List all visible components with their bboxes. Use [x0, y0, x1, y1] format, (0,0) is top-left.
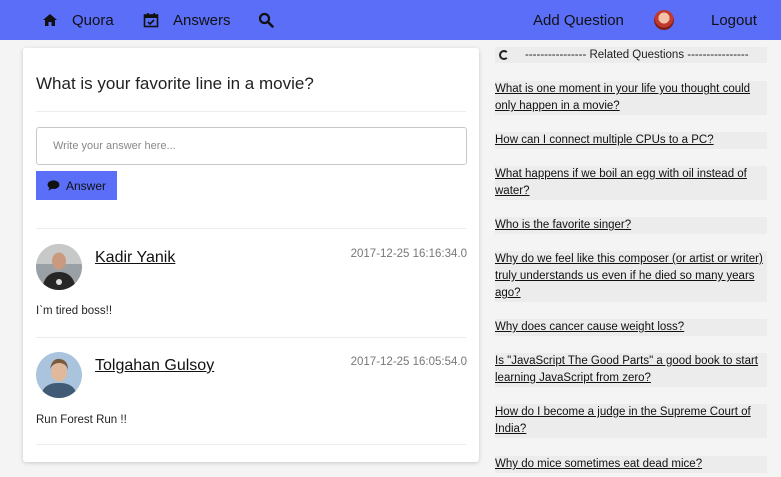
answer-input[interactable] — [36, 127, 467, 165]
nav-answers-label: Answers — [173, 11, 231, 29]
related-question-link[interactable]: What is one moment in your life you thou… — [495, 81, 767, 115]
related-header-label: ---------------- Related Questions -----… — [525, 49, 749, 61]
related-question-link[interactable]: Why do we feel like this composer (or ar… — [495, 251, 767, 302]
answer-text: Run Forest Run !! — [36, 414, 127, 426]
related-question-link[interactable]: How can I connect multiple CPUs to a PC? — [495, 132, 767, 149]
answer-button[interactable]: Answer — [36, 171, 117, 200]
user-avatar[interactable] — [654, 10, 674, 30]
divider — [36, 444, 466, 445]
divider — [36, 228, 466, 229]
nav-home-link[interactable]: Quora — [42, 0, 114, 40]
avatar — [36, 352, 82, 398]
answer-button-label: Answer — [65, 178, 106, 193]
related-question-link[interactable]: Who is the favorite singer? — [495, 217, 767, 234]
avatar — [36, 244, 82, 290]
comment-icon — [47, 180, 60, 191]
calendar-check-icon — [143, 13, 159, 28]
loading-spinner-icon — [499, 50, 509, 60]
nav-answers-link[interactable]: Answers — [143, 0, 231, 40]
top-navbar: Quora Answers Add Question Logout — [0, 0, 781, 40]
related-question-link[interactable]: Why does cancer cause weight loss? — [495, 319, 767, 336]
related-question-link[interactable]: How do I become a judge in the Supreme C… — [495, 404, 767, 438]
question-card: What is your favorite line in a movie? A… — [23, 48, 479, 462]
answer-date: 2017-12-25 16:16:34.0 — [350, 248, 467, 260]
add-question-link[interactable]: Add Question — [533, 0, 624, 40]
answer-author-link[interactable]: Tolgahan Gulsoy — [95, 357, 214, 375]
nav-search-button[interactable] — [258, 0, 274, 40]
nav-brand-label: Quora — [72, 11, 114, 29]
search-icon — [258, 12, 274, 28]
answer-date: 2017-12-25 16:05:54.0 — [350, 356, 467, 368]
question-title: What is your favorite line in a movie? — [36, 74, 314, 93]
related-question-link[interactable]: Is "JavaScript The Good Parts" a good bo… — [495, 353, 767, 387]
logout-link[interactable]: Logout — [711, 0, 757, 40]
home-icon — [43, 14, 57, 26]
related-question-link[interactable]: What happens if we boil an egg with oil … — [495, 166, 767, 200]
divider — [36, 337, 466, 338]
answer-item: Kadir Yanik 2017-12-25 16:16:34.0 I`m ti… — [36, 244, 467, 324]
related-questions-header: ---------------- Related Questions -----… — [495, 47, 767, 63]
answer-author-link[interactable]: Kadir Yanik — [95, 249, 175, 267]
answer-item: Tolgahan Gulsoy 2017-12-25 16:05:54.0 Ru… — [36, 352, 467, 432]
related-question-link[interactable]: Why do mice sometimes eat dead mice? — [495, 456, 767, 473]
answer-text: I`m tired boss!! — [36, 305, 113, 317]
divider — [36, 111, 466, 112]
